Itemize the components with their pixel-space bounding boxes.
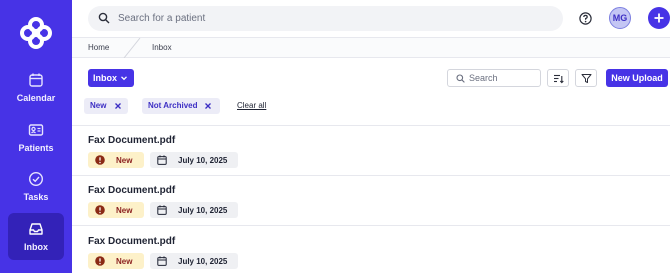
sidebar-item-inbox[interactable]: Inbox [8, 213, 64, 260]
breadcrumb-separator [123, 38, 141, 58]
date-text: July 10, 2025 [178, 257, 228, 266]
close-icon[interactable] [114, 102, 122, 110]
list-item[interactable]: Fax Document.pdf New July 10, 2025 [72, 126, 670, 176]
alert-icon [95, 256, 105, 266]
filter-button[interactable] [575, 69, 597, 87]
alert-icon [95, 155, 105, 165]
sidebar-item-label: Patients [18, 143, 54, 153]
breadcrumb-current: Inbox [152, 43, 172, 52]
list-item[interactable]: Fax Document.pdf New July 10, 2025 [72, 227, 670, 273]
filter-chip-not-archived: Not Archived [142, 98, 220, 114]
sidebar: Calendar Patients Tasks Inbox [0, 0, 72, 273]
id-card-icon [28, 124, 44, 136]
filter-chip-label: New [90, 101, 107, 110]
add-button[interactable] [648, 7, 670, 29]
sidebar-item-calendar[interactable]: Calendar [8, 68, 64, 114]
sidebar-item-label: Tasks [23, 192, 49, 202]
alert-icon [95, 205, 105, 215]
inbox-icon [29, 223, 43, 235]
patient-search[interactable] [88, 6, 563, 31]
status-badge: New [88, 202, 144, 218]
sort-button[interactable] [547, 69, 569, 87]
document-name: Fax Document.pdf [88, 135, 176, 146]
avatar[interactable]: MG [609, 7, 631, 29]
chevron-down-icon [121, 76, 127, 81]
calendar-icon [157, 256, 167, 266]
status-text: New [116, 156, 133, 165]
breadcrumb-home[interactable]: Home [88, 43, 109, 52]
status-badge: New [88, 253, 144, 269]
calendar-icon [157, 205, 167, 215]
status-text: New [116, 257, 133, 266]
search-icon [456, 74, 465, 83]
filter-chip-label: Not Archived [148, 101, 198, 110]
search-icon [98, 12, 110, 24]
clear-all-link[interactable]: Clear all [237, 101, 266, 110]
inbox-search-input[interactable] [469, 70, 537, 86]
close-icon[interactable] [204, 102, 212, 110]
patient-search-input[interactable] [118, 6, 518, 31]
status-text: New [116, 206, 133, 215]
date-text: July 10, 2025 [178, 156, 228, 165]
filter-icon [581, 74, 592, 83]
view-select-button[interactable]: Inbox [88, 69, 134, 87]
status-badge: New [88, 152, 144, 168]
sidebar-item-label: Calendar [16, 93, 56, 103]
sort-icon [554, 74, 564, 84]
check-circle-icon [28, 171, 44, 187]
date-badge: July 10, 2025 [150, 152, 238, 168]
date-badge: July 10, 2025 [150, 253, 238, 269]
inbox-search[interactable] [447, 69, 541, 87]
plus-icon [654, 13, 664, 23]
new-upload-button[interactable]: New Upload [606, 69, 668, 87]
view-select-label: Inbox [93, 73, 117, 83]
calendar-icon [29, 73, 43, 87]
sidebar-item-tasks[interactable]: Tasks [8, 167, 64, 213]
date-badge: July 10, 2025 [150, 202, 238, 218]
help-icon[interactable] [579, 12, 592, 25]
top-bar: MG [72, 0, 670, 38]
logo-icon[interactable] [19, 16, 53, 50]
list-item[interactable]: Fax Document.pdf New July 10, 2025 [72, 176, 670, 226]
sidebar-item-patients[interactable]: Patients [8, 118, 64, 164]
calendar-icon [157, 155, 167, 165]
document-name: Fax Document.pdf [88, 185, 176, 196]
document-name: Fax Document.pdf [88, 236, 176, 247]
date-text: July 10, 2025 [178, 206, 228, 215]
filter-chip-new: New [84, 98, 128, 114]
sidebar-item-label: Inbox [24, 242, 48, 252]
breadcrumb: Home Inbox [72, 38, 670, 58]
